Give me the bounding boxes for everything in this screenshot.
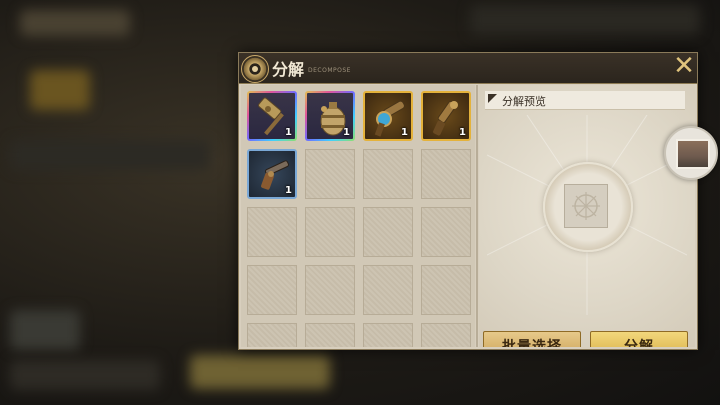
empty-slot	[421, 207, 471, 257]
inventory-grid[interactable]: 1 1 1 1 1	[241, 85, 475, 347]
decompose-preview: 分解预览 批量选择 分解	[479, 85, 695, 347]
preview-slot	[564, 184, 608, 228]
empty-slot	[247, 323, 297, 347]
batch-select-button[interactable]: 批量选择	[483, 331, 581, 347]
empty-slot	[247, 265, 297, 315]
item-quantity: 1	[343, 127, 350, 138]
empty-slot	[363, 265, 413, 315]
empty-slot	[305, 265, 355, 315]
item-quantity: 1	[285, 185, 292, 196]
background-blur	[30, 70, 90, 110]
panel-subtitle: DECOMPOSE	[308, 67, 351, 74]
background-blur	[190, 355, 330, 389]
empty-slot	[305, 149, 355, 199]
emblem-icon	[241, 55, 269, 83]
item-quantity: 1	[285, 127, 292, 138]
empty-slot	[247, 207, 297, 257]
empty-slot	[363, 207, 413, 257]
preview-label: 分解预览	[502, 95, 546, 108]
item-quantity: 1	[459, 127, 466, 138]
empty-slot	[363, 149, 413, 199]
background-blur	[20, 10, 130, 36]
item-slot-blunderbuss[interactable]: 1	[421, 91, 471, 141]
empty-slot	[421, 323, 471, 347]
background-blur	[10, 140, 210, 170]
background-blur	[470, 5, 700, 35]
side-tab-button[interactable]	[664, 126, 718, 180]
panel-title: 分解	[272, 60, 305, 79]
preview-header: 分解预览	[485, 91, 685, 110]
picture-icon	[676, 139, 710, 169]
decompose-button[interactable]: 分解	[590, 331, 688, 347]
background-blur	[10, 310, 80, 350]
empty-slot	[363, 323, 413, 347]
item-slot-keg[interactable]: 1	[305, 91, 355, 141]
item-quantity: 1	[401, 127, 408, 138]
empty-slot	[421, 265, 471, 315]
empty-slot	[421, 149, 471, 199]
corner-marker-icon	[488, 94, 497, 103]
background-blur	[10, 360, 160, 390]
item-slot-hammer[interactable]: 1	[247, 91, 297, 141]
decompose-panel: 分解 DECOMPOSE ✕ 1 1 1 1 1 分解预览 批量选择 分解	[238, 52, 698, 350]
panel-header: 分解 DECOMPOSE ✕	[239, 53, 697, 84]
empty-slot	[305, 207, 355, 257]
compass-icon	[572, 192, 600, 220]
item-slot-pistol[interactable]: 1	[247, 149, 297, 199]
item-slot-ray-gun[interactable]: 1	[363, 91, 413, 141]
close-icon[interactable]: ✕	[672, 53, 696, 79]
divider	[476, 85, 478, 347]
empty-slot	[305, 323, 355, 347]
